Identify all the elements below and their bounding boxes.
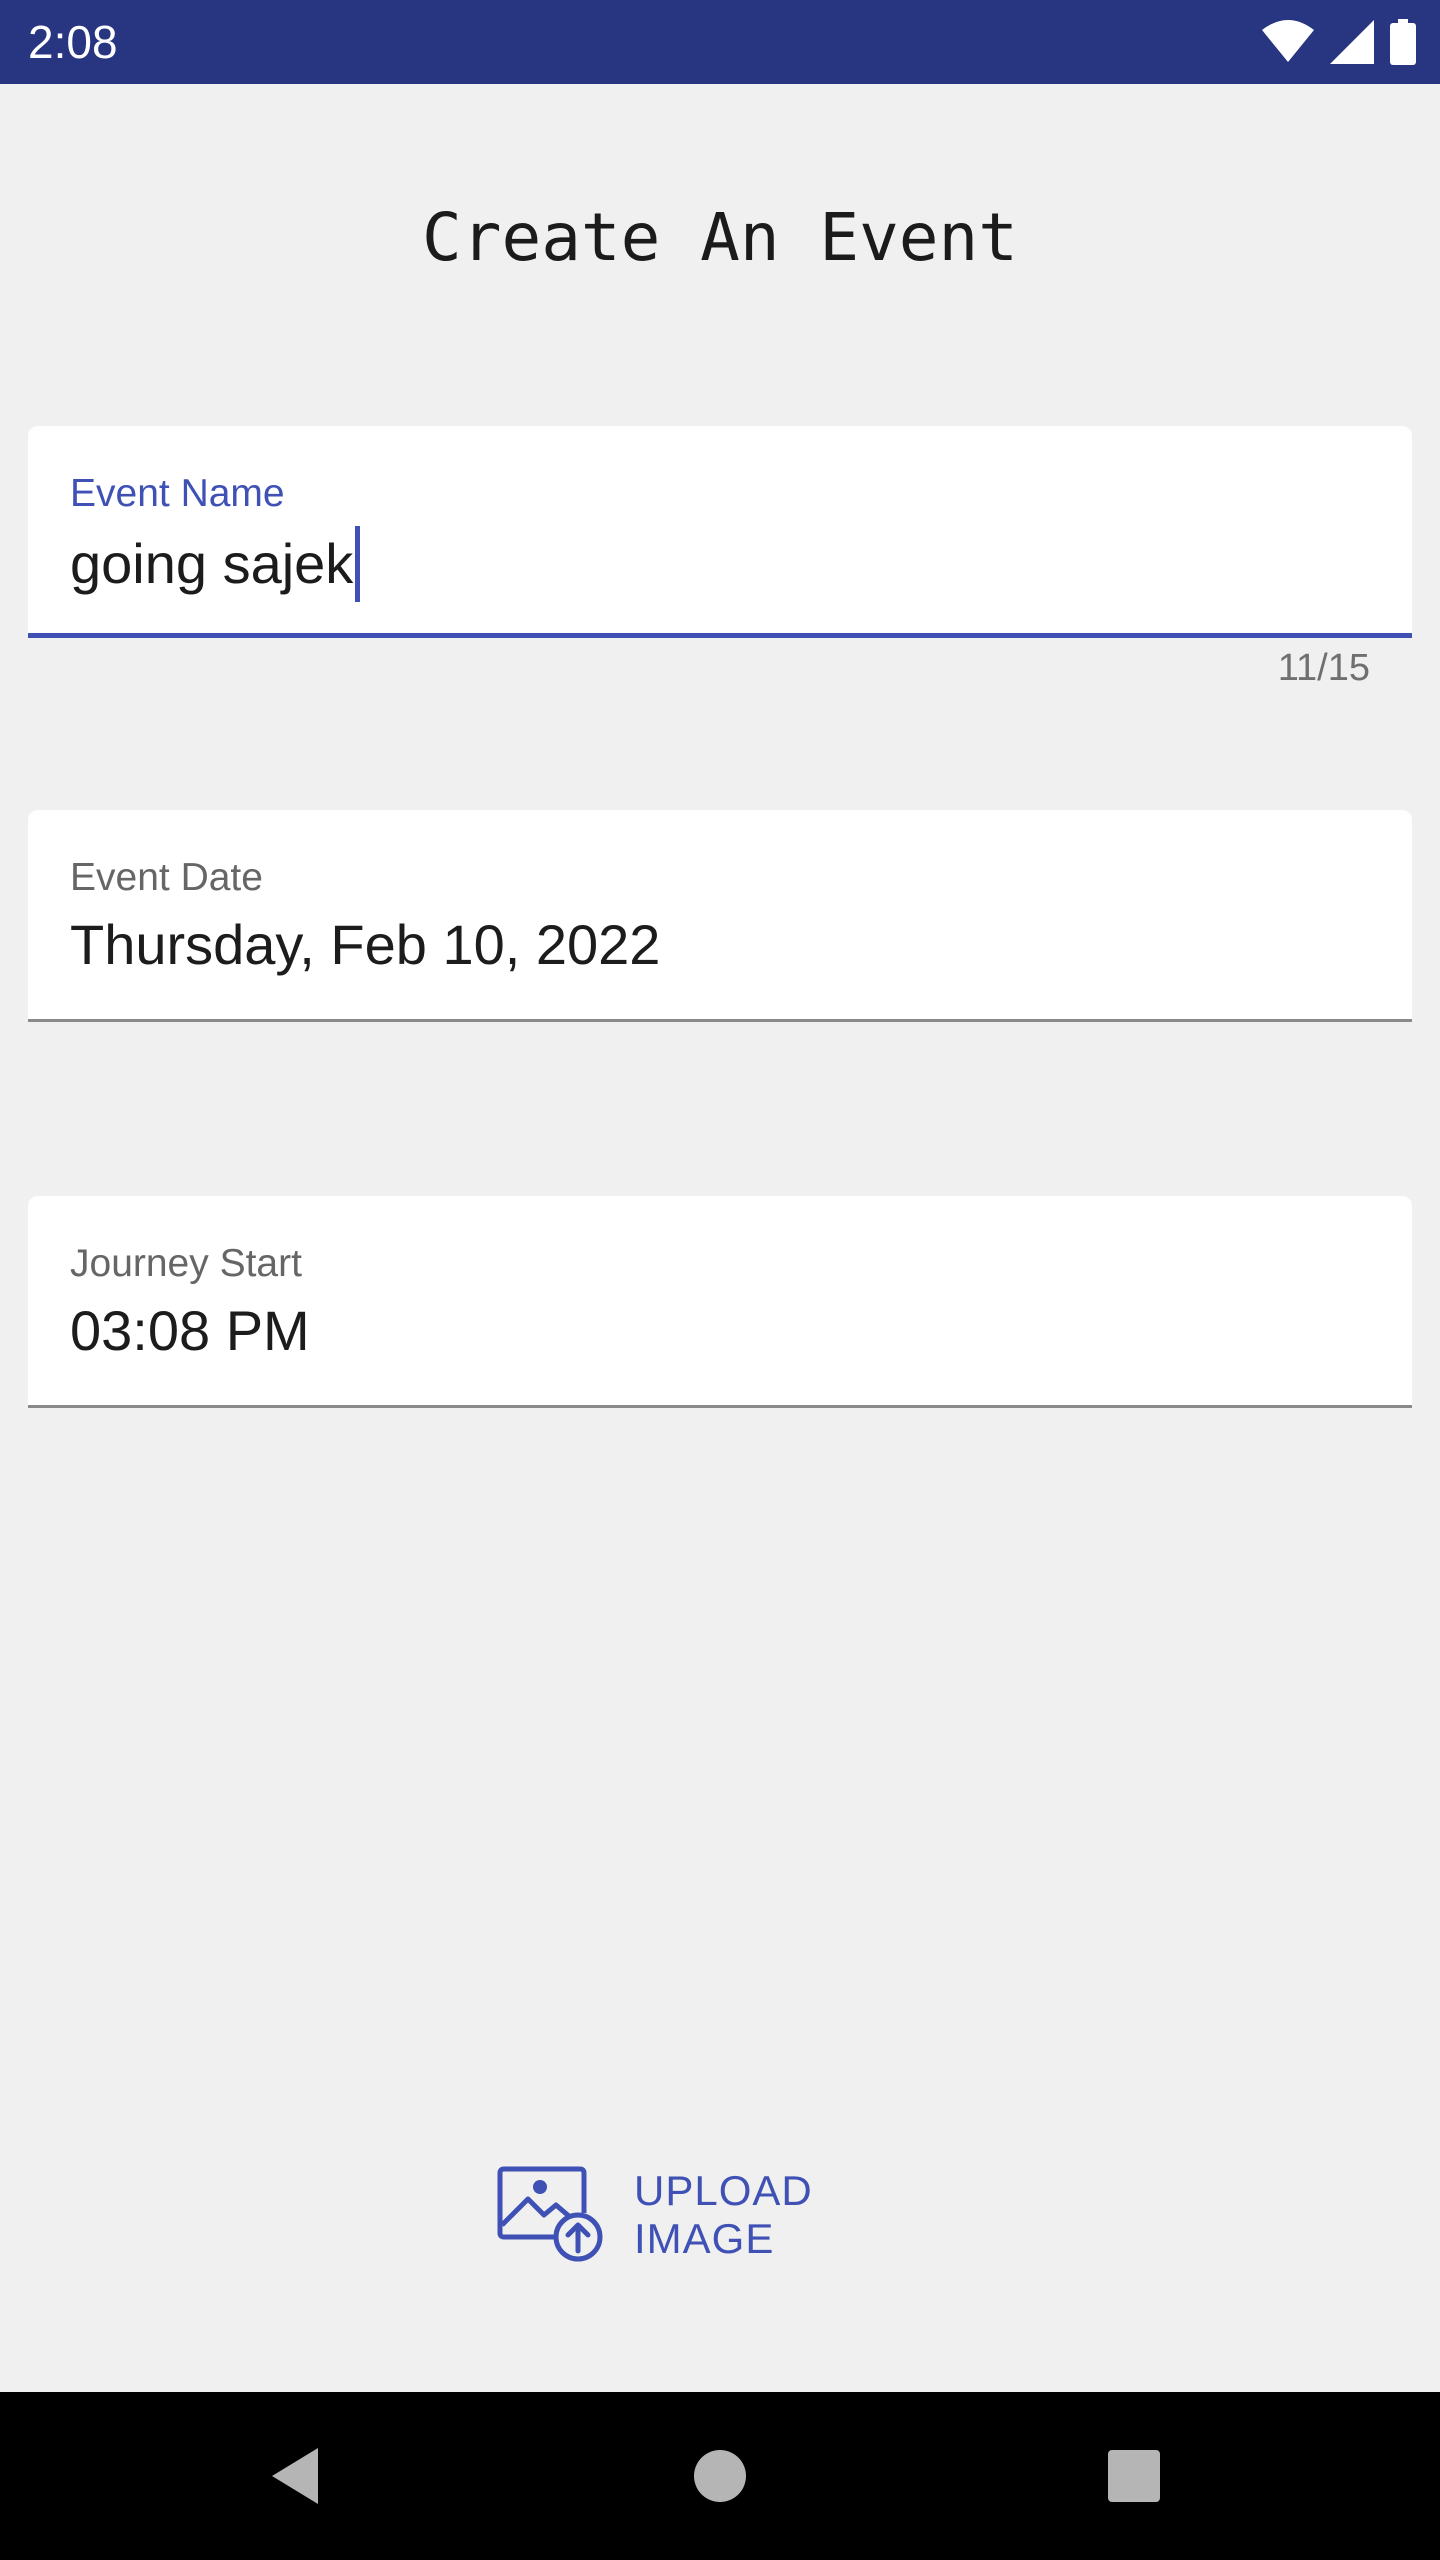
- event-name-value: going sajek: [70, 532, 354, 595]
- event-name-field[interactable]: Event Name going sajek: [28, 426, 1412, 638]
- status-icons: [1262, 18, 1416, 66]
- journey-start-field[interactable]: Journey Start 03:08 PM: [28, 1196, 1412, 1408]
- status-bar: 2:08: [0, 0, 1440, 84]
- journey-start-label: Journey Start: [70, 1242, 302, 1285]
- character-counter: 11/15: [1277, 647, 1370, 689]
- event-name-input[interactable]: going sajek: [70, 526, 361, 602]
- wifi-icon: [1262, 20, 1314, 64]
- event-date-value: Thursday, Feb 10, 2022: [70, 913, 661, 976]
- navigation-bar: [0, 2392, 1440, 2560]
- upload-image-label: UPLOAD IMAGE: [634, 2167, 813, 2262]
- battery-icon: [1390, 19, 1416, 65]
- recents-icon[interactable]: [1094, 2436, 1174, 2516]
- event-date-label: Event Date: [70, 856, 263, 899]
- journey-start-value: 03:08 PM: [70, 1299, 310, 1362]
- event-name-label: Event Name: [70, 472, 285, 515]
- page-title: Create An Event: [421, 199, 1019, 276]
- signal-icon: [1330, 20, 1374, 64]
- upload-image-button[interactable]: UPLOAD IMAGE: [494, 2160, 954, 2270]
- event-date-field[interactable]: Event Date Thursday, Feb 10, 2022: [28, 810, 1412, 1022]
- image-upload-icon: [494, 2165, 606, 2265]
- back-icon[interactable]: [260, 2436, 340, 2516]
- home-icon[interactable]: [680, 2436, 760, 2516]
- status-time: 2:08: [28, 16, 118, 68]
- text-cursor: [355, 526, 361, 602]
